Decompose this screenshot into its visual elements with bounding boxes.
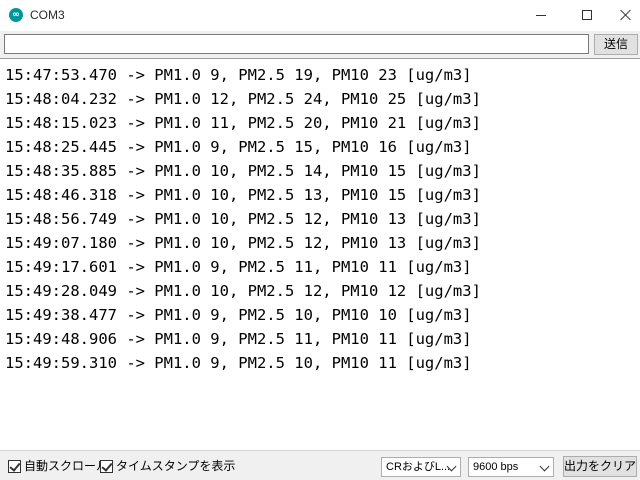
baud-rate-select[interactable]: 9600 bps (468, 457, 554, 477)
output-line: 15:49:17.601 -> PM1.0 9, PM2.5 11, PM10 … (5, 258, 472, 276)
send-input[interactable] (4, 34, 589, 54)
minimize-button[interactable] (518, 0, 564, 31)
timestamp-checkbox[interactable] (100, 460, 113, 473)
output-line: 15:48:15.023 -> PM1.0 11, PM2.5 20, PM10… (5, 114, 481, 132)
output-line: 15:49:48.906 -> PM1.0 9, PM2.5 11, PM10 … (5, 330, 472, 348)
output-line: 15:48:35.885 -> PM1.0 10, PM2.5 14, PM10… (5, 162, 481, 180)
output-line: 15:47:53.470 -> PM1.0 9, PM2.5 19, PM10 … (5, 66, 472, 84)
autoscroll-checkbox[interactable] (8, 460, 21, 473)
line-ending-value: CRおよびL... (386, 461, 451, 473)
maximize-icon (582, 10, 592, 20)
baud-rate-value: 9600 bps (473, 461, 519, 473)
arduino-icon: ∞ (9, 8, 23, 22)
output-line: 15:48:56.749 -> PM1.0 10, PM2.5 12, PM10… (5, 210, 481, 228)
bottom-bar: 自動スクロール タイムスタンプを表示 CRおよびL... 9600 bps 出力… (0, 450, 640, 480)
output-line: 15:48:25.445 -> PM1.0 9, PM2.5 15, PM10 … (5, 138, 472, 156)
minimize-icon (536, 15, 546, 16)
maximize-button[interactable] (564, 0, 610, 31)
clear-output-button[interactable]: 出力をクリア (563, 456, 637, 477)
serial-output[interactable]: 15:47:53.470 -> PM1.0 9, PM2.5 19, PM10 … (0, 58, 640, 450)
close-button[interactable] (610, 0, 640, 31)
close-icon (620, 9, 632, 21)
output-line: 15:48:04.232 -> PM1.0 12, PM2.5 24, PM10… (5, 90, 481, 108)
output-line: 15:49:38.477 -> PM1.0 9, PM2.5 10, PM10 … (5, 306, 472, 324)
output-line: 15:49:07.180 -> PM1.0 10, PM2.5 12, PM10… (5, 234, 481, 252)
autoscroll-label[interactable]: 自動スクロール (24, 458, 108, 474)
line-ending-select[interactable]: CRおよびL... (381, 457, 461, 477)
title-bar: ∞ COM3 (0, 0, 640, 31)
window-title: COM3 (30, 8, 65, 22)
output-line: 15:48:46.318 -> PM1.0 10, PM2.5 13, PM10… (5, 186, 481, 204)
timestamp-label[interactable]: タイムスタンプを表示 (116, 458, 235, 474)
output-line: 15:49:59.310 -> PM1.0 9, PM2.5 10, PM10 … (5, 354, 472, 372)
chevron-down-icon (539, 461, 550, 472)
send-row: 送信 (0, 31, 640, 58)
send-button[interactable]: 送信 (594, 34, 638, 55)
output-line: 15:49:28.049 -> PM1.0 10, PM2.5 12, PM10… (5, 282, 481, 300)
